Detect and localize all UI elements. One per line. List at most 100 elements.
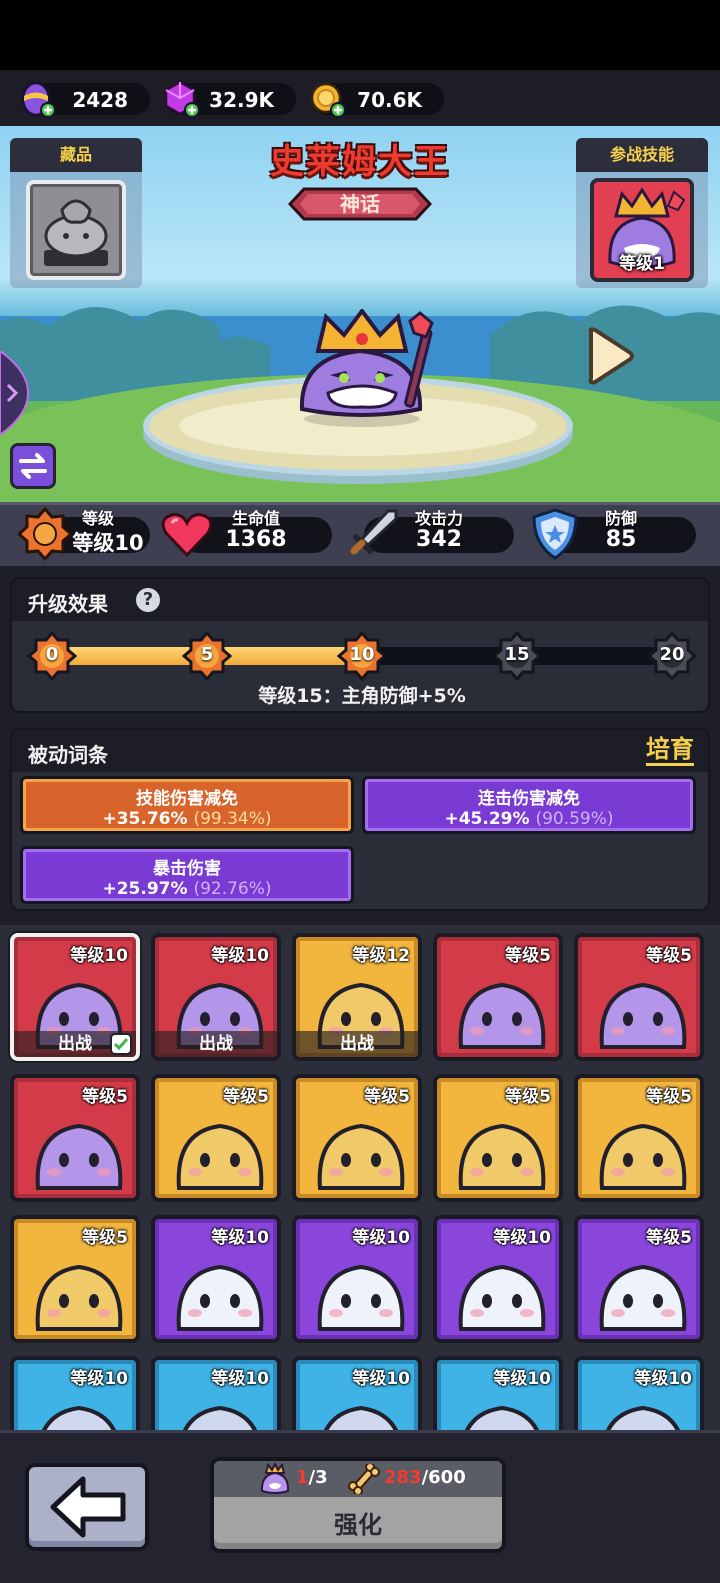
pet-portrait bbox=[35, 1123, 123, 1190]
pet-level: 等级10 bbox=[70, 1369, 128, 1389]
collection-slot[interactable] bbox=[26, 180, 126, 280]
hp-value: 1368 bbox=[225, 527, 287, 552]
milestone-node: 0 bbox=[27, 631, 77, 681]
pet-card[interactable]: 等级5 bbox=[574, 1215, 704, 1343]
pet-level: 等级10 bbox=[211, 1369, 269, 1389]
help-icon[interactable]: ? bbox=[136, 588, 160, 612]
pet-level: 等级5 bbox=[505, 1087, 551, 1107]
trait-value: +25.97% bbox=[102, 879, 188, 899]
king-slime-hero bbox=[299, 309, 434, 427]
pet-level: 等级10 bbox=[352, 1369, 410, 1389]
pet-level: 等级5 bbox=[82, 1228, 128, 1248]
pet-portrait bbox=[458, 1123, 546, 1190]
trait-percent: (90.59%) bbox=[535, 809, 614, 829]
pet-card[interactable]: 等级12 出战 bbox=[292, 933, 422, 1061]
attack-value: 342 bbox=[416, 527, 462, 552]
pet-card[interactable]: 等级10 出战 bbox=[151, 933, 281, 1061]
pet-card[interactable]: 等级5 bbox=[151, 1074, 281, 1202]
skill-level: 等级1 bbox=[619, 254, 665, 274]
egg-value: 2428 bbox=[72, 88, 128, 112]
pet-card[interactable]: 等级5 bbox=[433, 933, 563, 1061]
enhance-button[interactable]: 1/3 283/600 强化 bbox=[210, 1457, 506, 1553]
pet-card[interactable]: 等级10 bbox=[574, 1356, 704, 1430]
trait-crit-damage: 暴击伤害 +25.97% (92.76%) bbox=[20, 846, 354, 904]
pet-grid[interactable]: 等级10 出战 等级10 出战 等级12 出战 等级5 等级5 等级5 等级5 等级5 等级5 等级5 等… bbox=[0, 925, 720, 1430]
pet-portrait bbox=[458, 982, 546, 1049]
pet-card[interactable]: 等级10 bbox=[292, 1215, 422, 1343]
stats-bar: 等级 等级10 生命值 1368 攻击力 342 防御 85 bbox=[0, 502, 720, 566]
status-bar bbox=[0, 0, 720, 70]
back-button[interactable] bbox=[25, 1463, 149, 1551]
pet-level: 等级5 bbox=[364, 1087, 410, 1107]
hp-label: 生命值 bbox=[231, 509, 280, 528]
pet-level: 等级5 bbox=[505, 946, 551, 966]
next-hero-arrow-icon[interactable] bbox=[585, 326, 635, 386]
pet-level: 等级5 bbox=[82, 1087, 128, 1107]
pet-portrait bbox=[35, 1264, 123, 1331]
rarity-badge: 神话 bbox=[286, 186, 434, 222]
pet-card[interactable]: 等级10 bbox=[151, 1215, 281, 1343]
trait-name: 连击伤害减免 bbox=[478, 789, 580, 809]
pet-card[interactable]: 等级10 bbox=[433, 1356, 563, 1430]
pet-card[interactable]: 等级5 bbox=[10, 1215, 140, 1343]
stat-level: 等级 等级10 bbox=[18, 507, 150, 561]
fragments-need: /3 bbox=[308, 1467, 328, 1488]
collection-panel bbox=[10, 172, 142, 288]
upgrade-title: 升级效果 bbox=[28, 592, 108, 616]
upgrade-note: 等级15：主角防御+5% bbox=[258, 685, 466, 707]
trait-name: 暴击伤害 bbox=[153, 859, 221, 879]
stat-defense: 防御 85 bbox=[532, 508, 696, 560]
checkmark-icon bbox=[110, 1033, 132, 1055]
statue-icon bbox=[44, 199, 108, 266]
upgrade-effects-panel: 升级效果 ? 0 5 10 15 20 等级15：主角防御+5% bbox=[10, 577, 710, 713]
trait-value: +35.76% bbox=[102, 809, 188, 829]
pet-level: 等级10 bbox=[634, 1369, 692, 1389]
gem-value: 32.9K bbox=[209, 88, 274, 112]
milestone-node: 5 bbox=[182, 631, 232, 681]
hero-scene: 藏品 史莱姆大王 神话 参战技能 等级1 bbox=[0, 126, 720, 502]
pet-card[interactable]: 等级10 出战 bbox=[10, 933, 140, 1061]
pet-portrait bbox=[176, 1123, 264, 1190]
pet-portrait bbox=[599, 1123, 687, 1190]
level-value: 等级10 bbox=[72, 531, 144, 555]
trait-value: +45.29% bbox=[444, 809, 530, 829]
battle-skill-slot[interactable]: 等级1 bbox=[590, 178, 694, 282]
pet-level: 等级5 bbox=[646, 946, 692, 966]
milestone-label: 0 bbox=[45, 644, 59, 665]
pet-card[interactable]: 等级5 bbox=[292, 1074, 422, 1202]
enhance-cost-bar: 1/3 283/600 bbox=[214, 1461, 502, 1497]
gem-currency[interactable]: 32.9K bbox=[164, 80, 296, 118]
passive-traits-panel: 被动词条 培育 技能伤害减免 +35.76% (99.34%) 连击伤害减免 +… bbox=[10, 728, 710, 911]
pet-level: 等级10 bbox=[493, 1369, 551, 1389]
currency-bar: 2428 32.9K 70.6K bbox=[0, 70, 720, 126]
egg-currency[interactable]: 2428 bbox=[21, 81, 150, 118]
pet-card[interactable]: 等级5 bbox=[574, 1074, 704, 1202]
egg-icon bbox=[21, 81, 56, 118]
cultivate-button[interactable]: 培育 bbox=[646, 735, 694, 766]
trait-combo-damage-reduction: 连击伤害减免 +45.29% (90.59%) bbox=[362, 776, 696, 834]
pet-card[interactable]: 等级5 bbox=[433, 1074, 563, 1202]
pet-card[interactable]: 等级5 bbox=[574, 933, 704, 1061]
battle-skill-label: 参战技能 bbox=[576, 138, 708, 172]
rarity-text: 神话 bbox=[340, 192, 380, 216]
trait-percent: (99.34%) bbox=[193, 809, 272, 829]
defense-value: 85 bbox=[605, 527, 637, 552]
pet-card[interactable]: 等级10 bbox=[151, 1356, 281, 1430]
passive-title: 被动词条 bbox=[28, 743, 108, 767]
coin-currency[interactable]: 70.6K bbox=[310, 82, 444, 118]
swap-button[interactable] bbox=[10, 443, 56, 489]
trait-percent: (92.76%) bbox=[193, 879, 272, 899]
milestone-label: 15 bbox=[504, 644, 530, 665]
pet-card[interactable]: 等级5 bbox=[10, 1074, 140, 1202]
pet-card[interactable]: 等级10 bbox=[10, 1356, 140, 1430]
milestone-label: 20 bbox=[659, 644, 685, 665]
fragments-have: 1 bbox=[296, 1467, 309, 1488]
pet-card[interactable]: 等级10 bbox=[433, 1215, 563, 1343]
side-drawer-tab[interactable] bbox=[0, 351, 30, 435]
pet-level: 等级10 bbox=[211, 946, 269, 966]
deploy-label: 出战 bbox=[155, 1031, 277, 1057]
attack-label: 攻击力 bbox=[414, 509, 463, 528]
coin-value: 70.6K bbox=[357, 88, 422, 112]
pet-card[interactable]: 等级10 bbox=[292, 1356, 422, 1430]
pet-portrait bbox=[458, 1264, 546, 1331]
